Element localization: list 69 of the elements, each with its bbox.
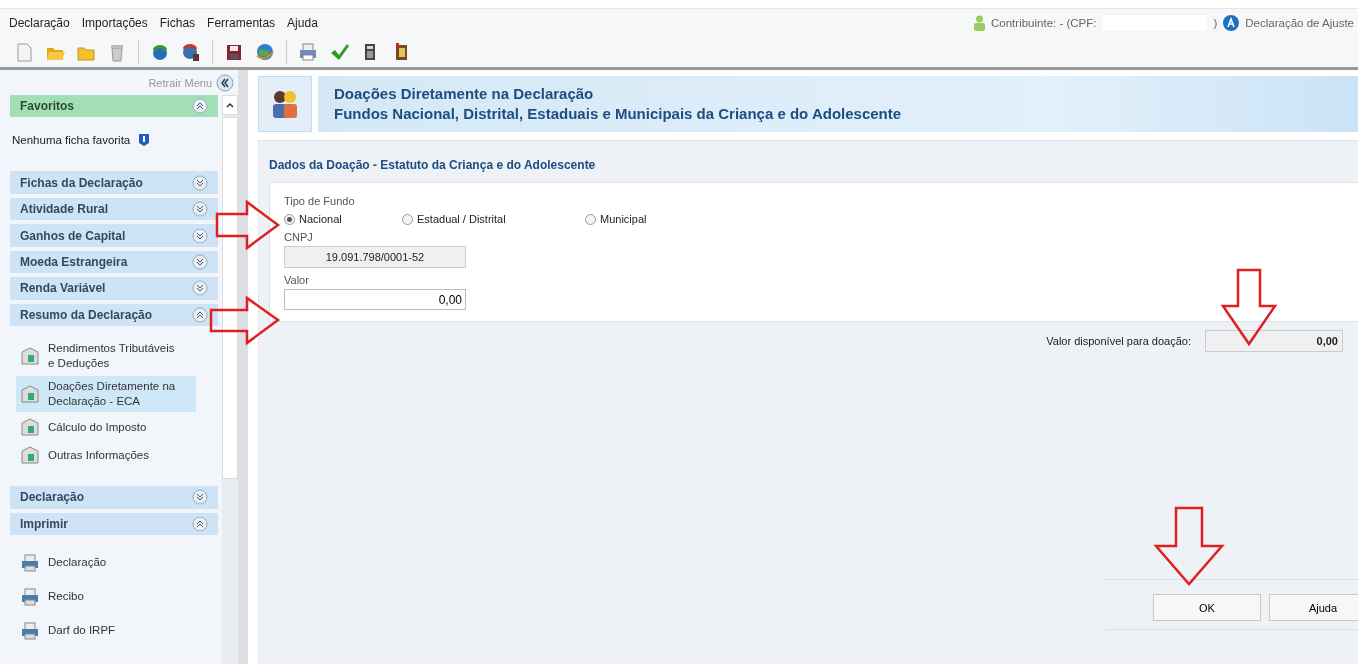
section-header[interactable]: Ganhos de Capital [10, 224, 218, 247]
section-header[interactable]: Favoritos [10, 95, 218, 118]
section-header[interactable]: Fichas da Declaração [10, 171, 218, 194]
declaration-type: Declaração de Ajuste [1245, 17, 1354, 29]
person-icon [974, 15, 985, 31]
printer-icon [20, 586, 40, 607]
sidebar-item[interactable]: Doações Diretamente na Declaração - ECA [16, 376, 196, 413]
section-header[interactable]: Resumo da Declaração [10, 303, 218, 327]
form-sheet-icon [20, 445, 40, 466]
available-label: Valor disponível para doação: [1046, 335, 1191, 347]
dialog-button[interactable]: Ajuda [1269, 594, 1358, 621]
form-sheet-icon [20, 346, 40, 367]
menu-item[interactable]: Ferramentas [204, 16, 285, 30]
section-header[interactable]: Imprimir [10, 512, 218, 535]
children-icon [258, 76, 312, 132]
field-label: Valor [284, 274, 310, 286]
section-title: Dados da Doação - Estatuto da Criança e do Adolescente [269, 158, 597, 172]
radio-option[interactable]: Municipal [585, 213, 647, 225]
dialog-button[interactable]: OK [1153, 594, 1261, 621]
section-header[interactable]: Declaração [10, 486, 218, 509]
annotation-arrow [209, 295, 281, 346]
menu-item[interactable]: Importações [78, 16, 157, 30]
collapse-icon[interactable] [192, 515, 208, 532]
menu-item[interactable]: Fichas [156, 16, 205, 30]
taxpayer-label: Contribuinte: - (CPF: [991, 17, 1097, 29]
checkmark-icon[interactable] [329, 42, 349, 62]
expand-icon[interactable] [192, 489, 208, 506]
section-header[interactable]: Moeda Estrangeira [10, 250, 218, 274]
save-icon[interactable] [224, 42, 244, 62]
form-sheet-icon [20, 417, 40, 438]
expand-icon[interactable] [192, 201, 208, 218]
printer-icon [20, 552, 40, 573]
sidebar-item[interactable]: Cálculo do Imposto [16, 414, 196, 441]
page-title: Doações Diretamente na Declaração [334, 84, 595, 104]
section-header[interactable]: Renda Variável [10, 277, 218, 300]
scroll-up-icon[interactable] [226, 102, 234, 108]
sidebar-item[interactable]: Rendimentos Tributáveis e Deduções [16, 338, 196, 375]
printer-icon[interactable] [298, 42, 318, 62]
sidebar-item[interactable]: Outras Informações [16, 442, 196, 469]
field-label: CNPJ [284, 231, 314, 243]
expand-icon[interactable] [192, 253, 208, 270]
printer-icon [20, 620, 40, 641]
expand-icon[interactable] [192, 280, 208, 297]
radio-option[interactable]: Nacional [284, 213, 402, 225]
collapse-icon[interactable] [192, 306, 208, 323]
globe-icon[interactable] [255, 42, 275, 62]
field-label: Tipo de Fundo [284, 195, 356, 207]
menu-item[interactable]: Ajuda [284, 16, 327, 30]
radio-option[interactable]: Estadual / Distrital [402, 213, 585, 225]
expand-icon[interactable] [192, 227, 208, 244]
expand-icon[interactable] [192, 174, 208, 191]
annotation-arrow [215, 199, 281, 251]
empty-favorites-text: Nenhuma ficha favorita [12, 134, 131, 147]
sidebar-item[interactable]: Declaração [16, 546, 194, 579]
available-value-field: 0,00 [1205, 330, 1343, 352]
collapse-icon[interactable] [192, 98, 208, 115]
taxpayer-bracket: ) [1213, 17, 1218, 29]
sidebar-item[interactable]: Recibo [16, 580, 194, 613]
scrollbar[interactable] [222, 95, 238, 664]
letter-a-icon [1223, 15, 1240, 31]
info-icon [138, 133, 151, 148]
page-subtitle: Fundos Nacional, Distrital, Estaduais e Municipais da Criança e do Adolescente [334, 104, 903, 124]
collapse-menu-button[interactable] [216, 74, 234, 92]
sidebar-item[interactable]: Darf do IRPF [16, 614, 194, 647]
form-sheet-icon [20, 384, 40, 405]
cnpj-field: 19.091.798/0001-52 [284, 246, 466, 268]
menu-item[interactable]: Declaração [6, 16, 79, 30]
value-input[interactable]: 0,00 [284, 289, 466, 310]
section-header[interactable]: Atividade Rural [10, 197, 218, 221]
